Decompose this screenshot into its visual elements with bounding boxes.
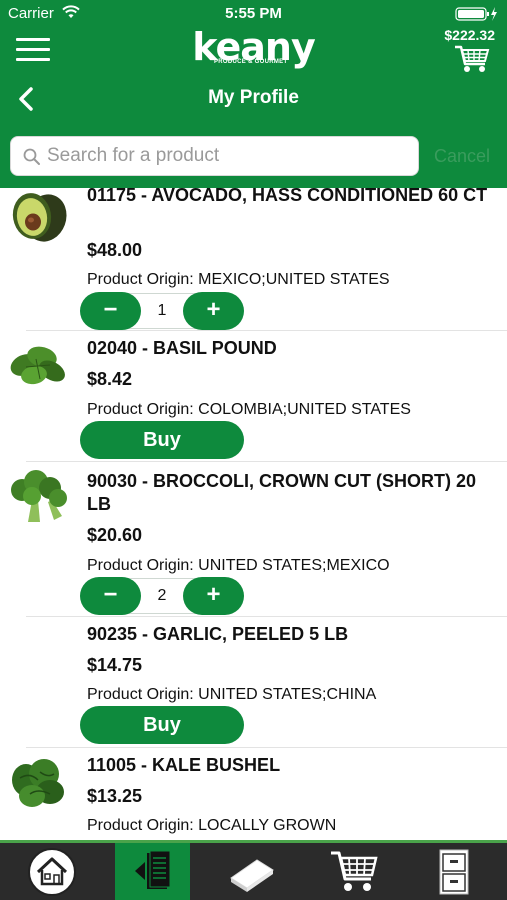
logo-subtext: PRODUCE & GOURMET (214, 59, 288, 65)
battery-icon (455, 6, 499, 27)
status-bar: Carrier 5:55 PM (0, 0, 507, 28)
product-list[interactable]: 01175 - AVOCADO, HASS CONDITIONED 60 CT … (0, 178, 507, 840)
product-name[interactable]: 11005 - KALE BUSHEL (87, 754, 492, 777)
product-price: $48.00 (87, 240, 143, 260)
increment-button[interactable]: + (183, 577, 244, 615)
tab-cart[interactable] (316, 843, 391, 900)
cart-total[interactable]: $222.32 (444, 27, 495, 43)
product-image-avocado[interactable] (6, 184, 70, 244)
product-name[interactable]: 90235 - GARLIC, PEELED 5 LB (87, 623, 492, 646)
search-input[interactable] (47, 139, 407, 173)
product-origin: Product Origin: UNITED STATES;CHINA (87, 686, 377, 703)
tab-catalog[interactable] (214, 843, 289, 900)
tab-home[interactable] (14, 843, 89, 900)
app-header: Carrier 5:55 PM keany PRODUCE & GOURMET … (0, 0, 507, 188)
product-image-broccoli[interactable] (6, 466, 70, 526)
product-name[interactable]: 02040 - BASIL POUND (87, 337, 492, 360)
decrement-button[interactable]: − (80, 292, 141, 330)
product-price: $8.42 (87, 369, 133, 389)
product-origin: Product Origin: LOCALLY GROWN (87, 817, 337, 834)
product-item-kale[interactable]: 11005 - KALE BUSHEL $13.25 Product Origi… (0, 748, 507, 840)
product-origin: Product Origin: MEXICO;UNITED STATES (87, 271, 390, 288)
product-origin: Product Origin: UNITED STATES;MEXICO (87, 557, 390, 574)
product-item-basil[interactable]: 02040 - BASIL POUND $8.42 Product Origin… (0, 331, 507, 461)
search-cancel-button[interactable]: Cancel (434, 146, 490, 167)
tab-account[interactable] (416, 843, 491, 900)
tab-bar (0, 840, 507, 900)
product-name[interactable]: 90030 - BROCCOLI, CROWN CUT (SHORT) 20 L… (87, 470, 492, 516)
cart-icon[interactable] (453, 44, 491, 79)
status-time: 5:55 PM (225, 5, 282, 22)
product-price: $13.25 (87, 786, 143, 806)
quantity-stepper[interactable]: − 1 + (80, 292, 244, 330)
product-item-broccoli[interactable]: 90030 - BROCCOLI, CROWN CUT (SHORT) 20 L… (0, 462, 507, 616)
search-icon (23, 148, 41, 171)
quantity-value[interactable]: 2 (141, 577, 183, 615)
buy-button[interactable]: Buy (80, 706, 244, 744)
product-price: $14.75 (87, 655, 143, 675)
product-name[interactable]: 01175 - AVOCADO, HASS CONDITIONED 60 CT (87, 184, 492, 207)
buy-button[interactable]: Buy (80, 421, 244, 459)
product-image-kale[interactable] (6, 752, 70, 812)
search-field[interactable] (10, 136, 419, 176)
increment-button[interactable]: + (183, 292, 244, 330)
product-price: $20.60 (87, 525, 143, 545)
quantity-stepper[interactable]: − 2 + (80, 577, 244, 615)
decrement-button[interactable]: − (80, 577, 141, 615)
product-item-avocado[interactable]: 01175 - AVOCADO, HASS CONDITIONED 60 CT … (0, 178, 507, 330)
product-item-garlic[interactable]: 90235 - GARLIC, PEELED 5 LB $14.75 Produ… (0, 617, 507, 747)
quantity-value[interactable]: 1 (141, 292, 183, 330)
tab-orders[interactable] (115, 843, 190, 900)
page-title: My Profile (208, 87, 299, 108)
product-origin: Product Origin: COLOMBIA;UNITED STATES (87, 401, 411, 418)
product-image-basil[interactable] (6, 335, 70, 395)
